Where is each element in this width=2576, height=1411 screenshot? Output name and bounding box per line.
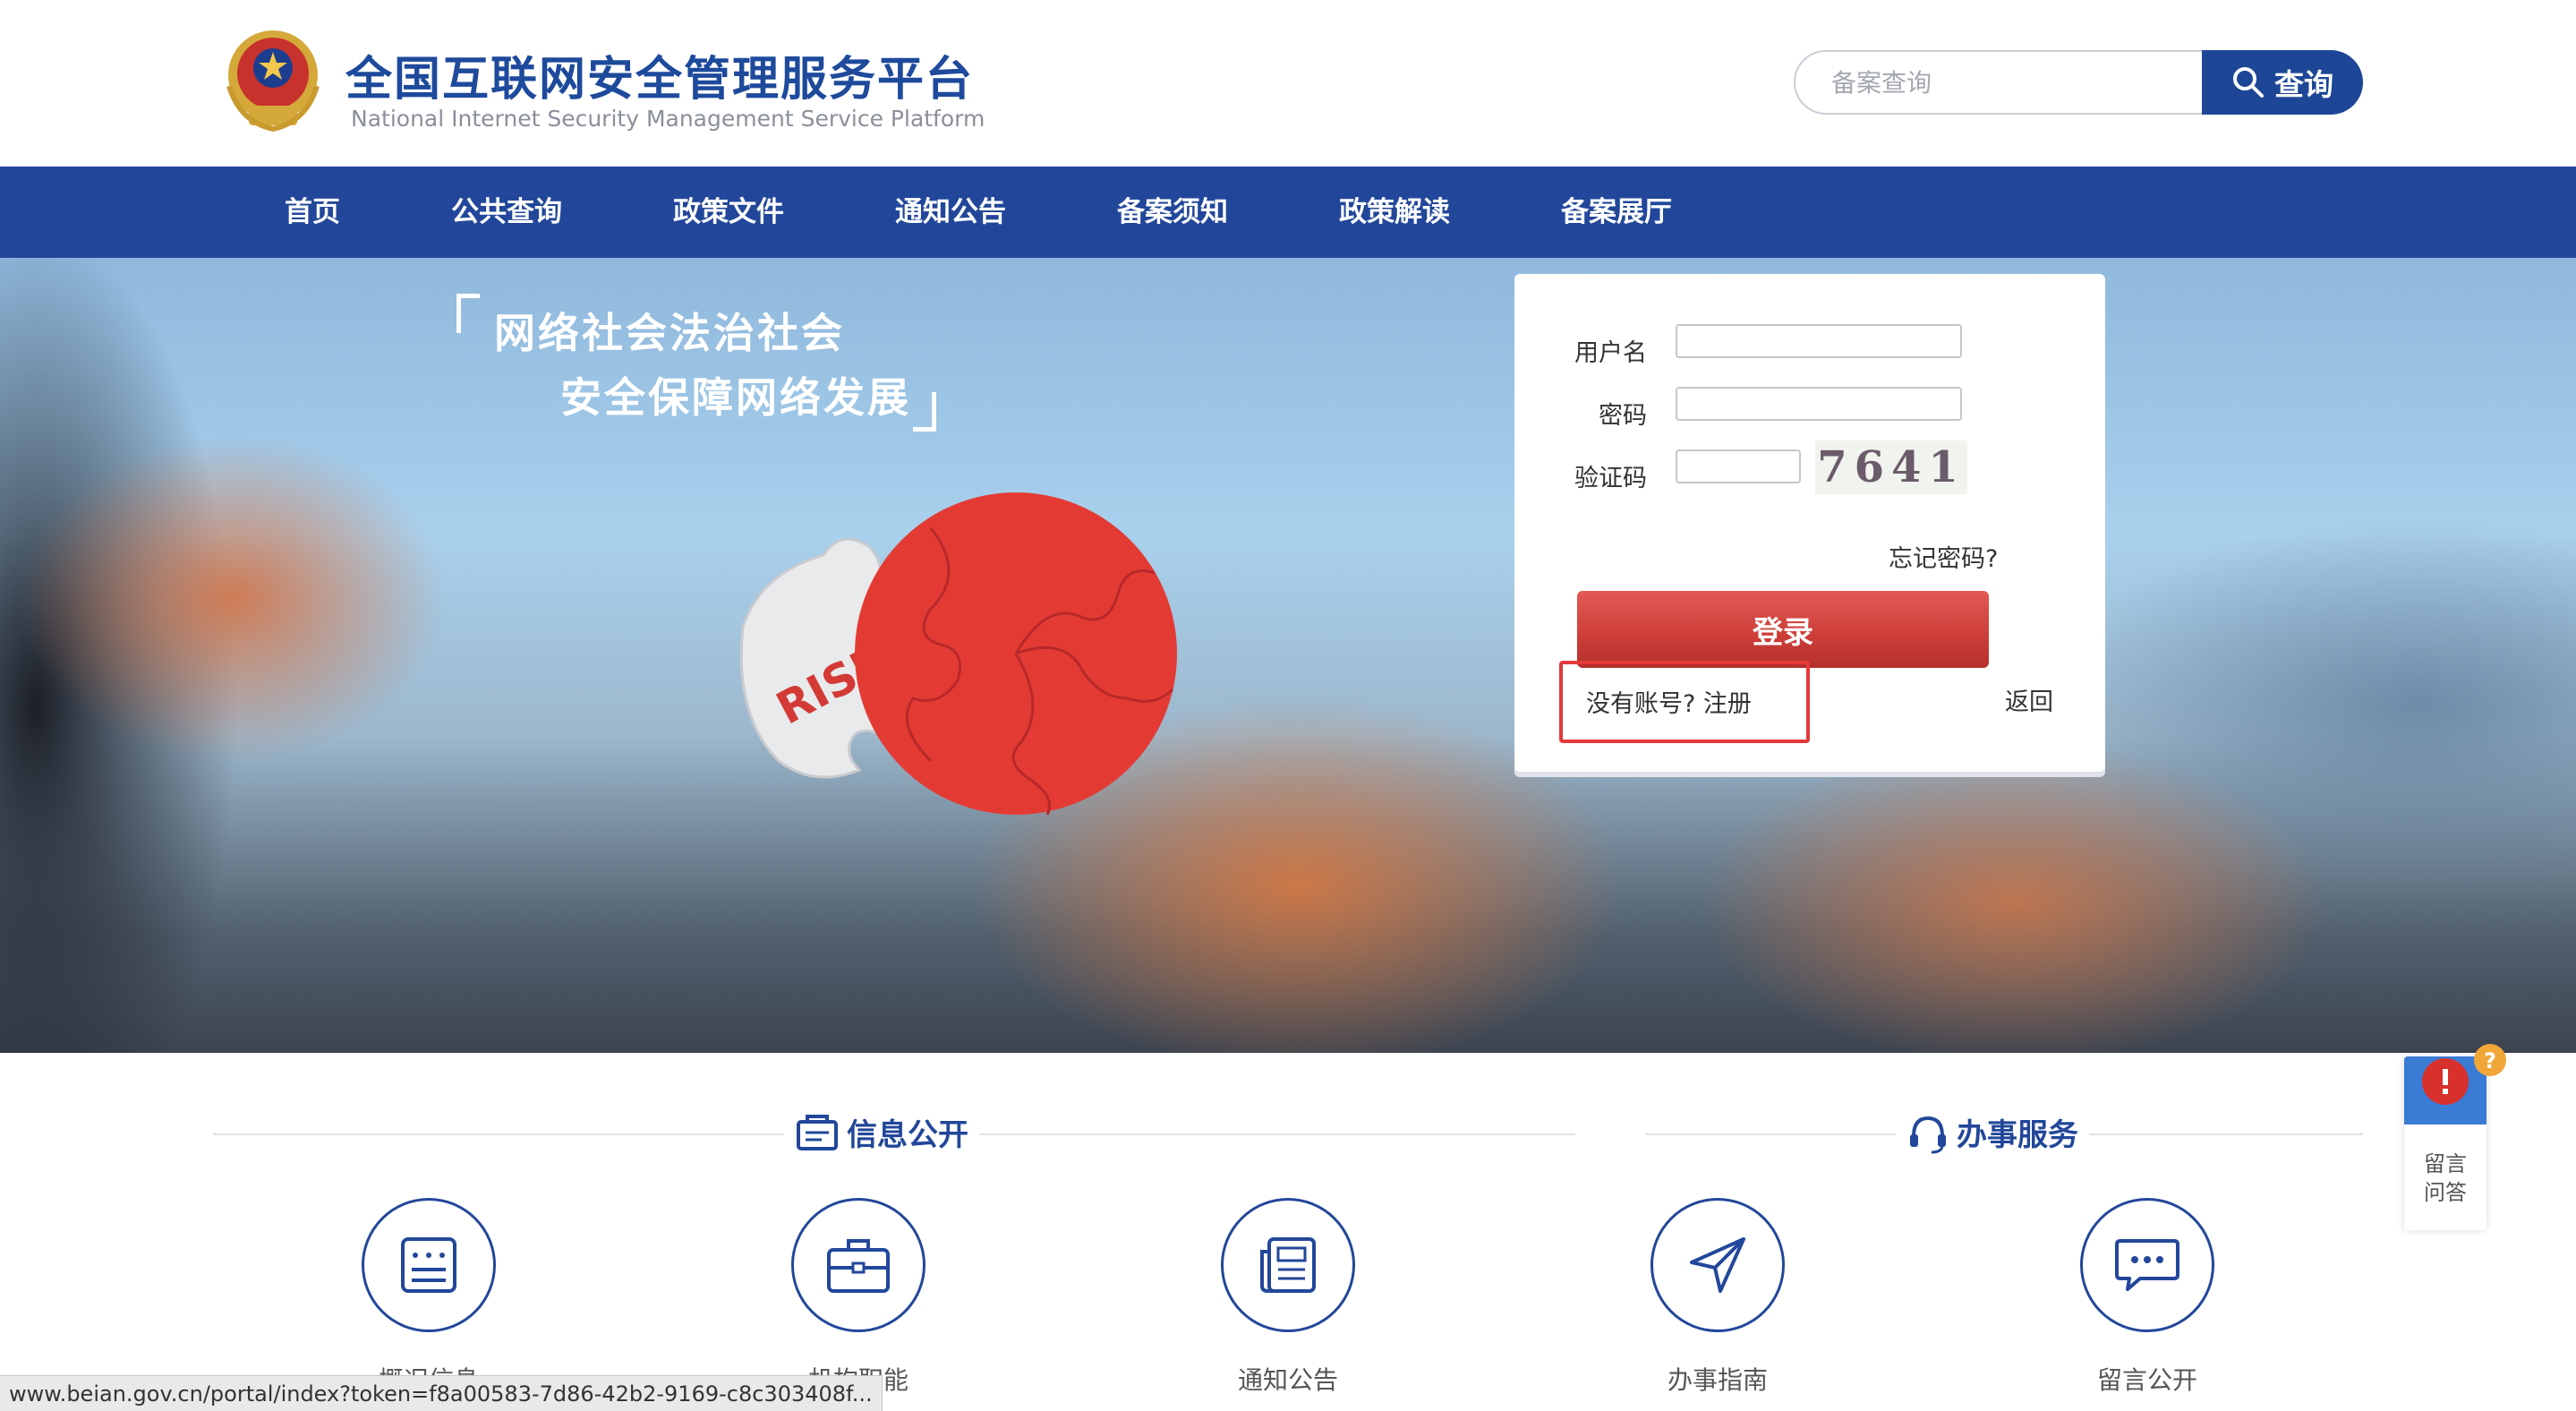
site-subtitle: National Internet Security Management Se…	[351, 106, 985, 132]
captcha-label: 验证码	[1574, 465, 1647, 492]
national-emblem-icon	[226, 30, 320, 133]
headset-icon	[1910, 1116, 1946, 1153]
briefcase-icon	[827, 1239, 890, 1293]
search-button-label: 查询	[2274, 67, 2333, 102]
main-nav: 首页 公共查询 政策文件 通知公告 备案须知 政策解读 备案展厅	[0, 167, 2576, 258]
organization-function-button[interactable]	[791, 1198, 925, 1332]
register-link[interactable]: 没有账号? 注册	[1586, 684, 1752, 719]
nav-item-home[interactable]: 首页	[285, 167, 340, 258]
nav-item-filing-showroom[interactable]: 备案展厅	[1561, 167, 1672, 258]
alert-chat-icon: ?	[2422, 1044, 2506, 1105]
message-qa-widget[interactable]: ? 留言 问答	[2404, 1044, 2506, 1230]
back-link[interactable]: 返回	[2005, 682, 2053, 717]
slogan-bracket-left	[456, 294, 480, 333]
login-button-label: 登录	[1753, 614, 1813, 651]
password-label: 密码	[1599, 402, 1647, 430]
message-qa-label-line2: 问答	[2424, 1180, 2467, 1205]
message-qa-widget-header: ?	[2404, 1044, 2506, 1125]
service-guide-label: 办事指南	[1667, 1365, 1768, 1395]
public-messages-button[interactable]	[2080, 1198, 2214, 1332]
nav-item-public-query[interactable]: 公共查询	[451, 167, 562, 258]
status-bar-url: www.beian.gov.cn/portal/index?token=f8a0…	[0, 1375, 883, 1411]
newspaper-icon	[1260, 1237, 1316, 1293]
login-button[interactable]: 登录	[1577, 591, 1989, 668]
slogan-line-2: 安全保障网络发展	[560, 373, 911, 422]
service-guide-button[interactable]	[1651, 1198, 1785, 1332]
message-qa-label-line1: 留言	[2424, 1151, 2467, 1176]
slogan-bracket-right	[913, 392, 936, 432]
nav-item-policy-interpretation[interactable]: 政策解读	[1339, 167, 1450, 258]
captcha-input[interactable]	[1676, 449, 1801, 483]
username-label: 用户名	[1574, 339, 1647, 367]
svg-text:?: ?	[2484, 1048, 2496, 1073]
search-button[interactable]: 查询	[2202, 50, 2363, 115]
captcha-text: 7641	[1817, 442, 1966, 492]
info-section-label: 信息公开	[847, 1117, 968, 1153]
nav-item-policy-documents[interactable]: 政策文件	[673, 167, 784, 258]
site-header: 全国互联网安全管理服务平台 National Internet Security…	[0, 0, 2576, 167]
search-icon	[2233, 67, 2264, 98]
site-title: 全国互联网安全管理服务平台	[345, 53, 975, 107]
navigation-arrow-icon	[1690, 1237, 1745, 1293]
password-input[interactable]	[1676, 387, 1962, 421]
public-messages-label: 留言公开	[2096, 1365, 2197, 1395]
notices-label: 通知公告	[1237, 1365, 1338, 1395]
captcha-image[interactable]: 7641	[1815, 440, 1967, 494]
login-panel: 用户名 密码 验证码 7641 忘记密码? 登录 没有账号? 注册 返回	[1514, 274, 2105, 772]
forgot-password-link[interactable]: 忘记密码?	[1889, 539, 1998, 574]
hero-banner: 网络社会法治社会 安全保障网络发展 RISK 用户名 密码 验证码 7641 忘…	[0, 258, 2576, 1053]
nav-item-notices[interactable]: 通知公告	[895, 167, 1006, 258]
notices-button[interactable]	[1221, 1198, 1355, 1332]
document-list-icon	[401, 1237, 456, 1293]
message-qa-label: 留言 问答	[2404, 1150, 2486, 1207]
info-disclosure-icon	[797, 1114, 838, 1150]
overview-info-button[interactable]	[362, 1198, 496, 1332]
chat-bubble-icon	[2115, 1239, 2179, 1291]
nav-item-filing-guide[interactable]: 备案须知	[1117, 167, 1228, 258]
risk-puzzle-illustration: RISK	[739, 492, 1177, 816]
search-input[interactable]	[1831, 52, 2207, 113]
service-section-label: 办事服务	[1957, 1117, 2078, 1153]
username-input[interactable]	[1676, 324, 1962, 358]
service-section-title: 办事服务	[1896, 1110, 2089, 1154]
slogan-line-1: 网络社会法治社会	[494, 309, 845, 357]
register-highlight-box: 没有账号? 注册	[1559, 661, 1810, 743]
info-section-title: 信息公开	[784, 1110, 979, 1154]
